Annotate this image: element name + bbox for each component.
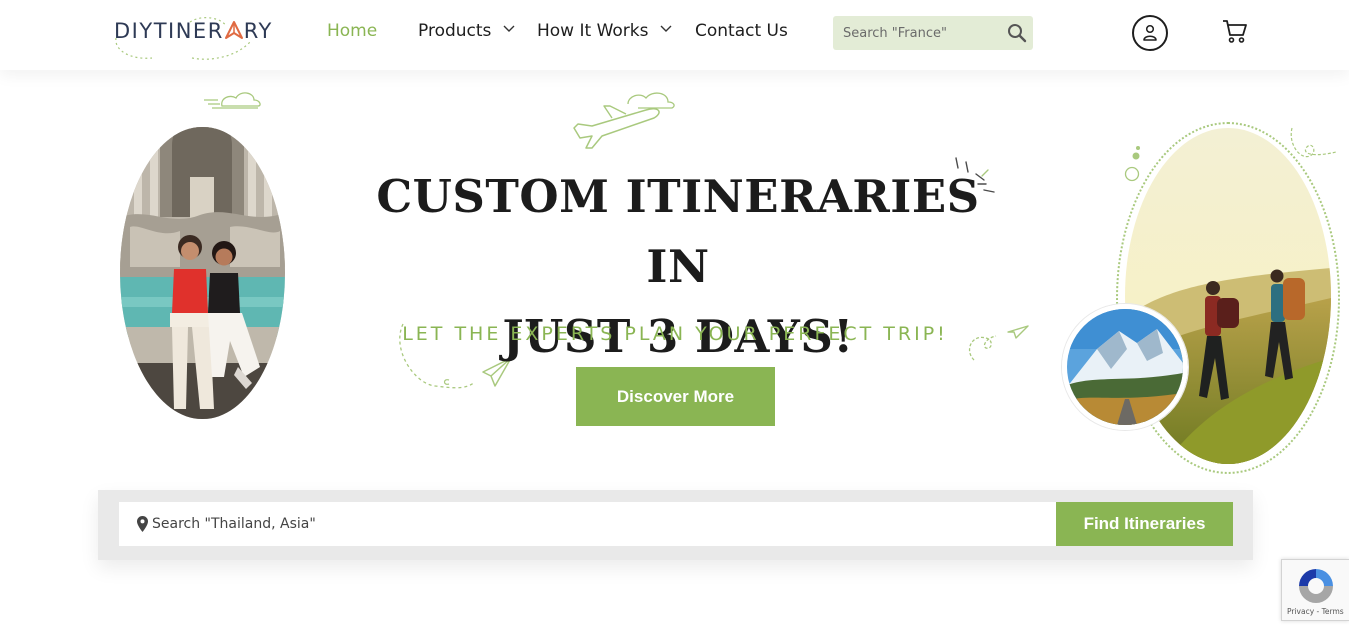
nav-home[interactable]: Home [327, 21, 377, 41]
find-itineraries-button[interactable]: Find Itineraries [1056, 502, 1233, 546]
account-button[interactable] [1132, 15, 1168, 51]
chevron-down-icon [660, 25, 672, 32]
nav-home-label: Home [327, 21, 378, 41]
nav-products[interactable]: Products [418, 21, 515, 41]
recaptcha-footer-text[interactable]: Privacy - Terms [1287, 607, 1344, 616]
chevron-down-icon [503, 25, 515, 32]
nav-how-it-works-label: How It Works [537, 21, 649, 41]
hero-title-line-1: CUSTOM ITINERARIES IN [376, 170, 980, 293]
nav-products-label: Products [418, 21, 492, 41]
brand-logo[interactable]: DIYTINER RY [112, 16, 272, 62]
decor-dots-icon [1124, 146, 1140, 182]
logo-text-end: RY [243, 19, 273, 43]
itinerary-search-field [119, 502, 1056, 546]
airplane-icon [573, 92, 675, 149]
header-search-input[interactable] [833, 16, 1001, 50]
recaptcha-logo-icon [1299, 569, 1333, 603]
header-search [833, 16, 1033, 50]
logo-a-plane-icon [224, 21, 243, 39]
cart-icon [1223, 20, 1247, 43]
itinerary-search-input[interactable] [152, 502, 1042, 546]
logo-wordmark: DIYTINER RY [114, 19, 273, 43]
hero-photo-travelers-fountain [120, 127, 285, 419]
location-pin-icon [137, 516, 148, 532]
recaptcha-badge[interactable]: Privacy - Terms [1281, 559, 1349, 621]
cloud-icon [204, 92, 261, 109]
hero-subtitle: LET THE EXPERTS PLAN YOUR PERFECT TRIP! [402, 323, 948, 345]
discover-more-button[interactable]: Discover More [576, 367, 775, 426]
nav-contact-us[interactable]: Contact Us [695, 21, 788, 41]
hero-photo-mountain [1062, 304, 1188, 430]
itinerary-search-bar: Find Itineraries [98, 490, 1253, 560]
logo-text-start: DIYTINER [114, 19, 224, 43]
nav-how-it-works[interactable]: How It Works [537, 21, 672, 41]
cart-button[interactable] [1222, 18, 1248, 49]
search-icon[interactable] [1007, 23, 1027, 43]
site-header: DIYTINER RY Home Products How It Works Co… [0, 0, 1349, 70]
nav-contact-us-label: Contact Us [695, 21, 788, 41]
user-icon [1143, 24, 1157, 41]
